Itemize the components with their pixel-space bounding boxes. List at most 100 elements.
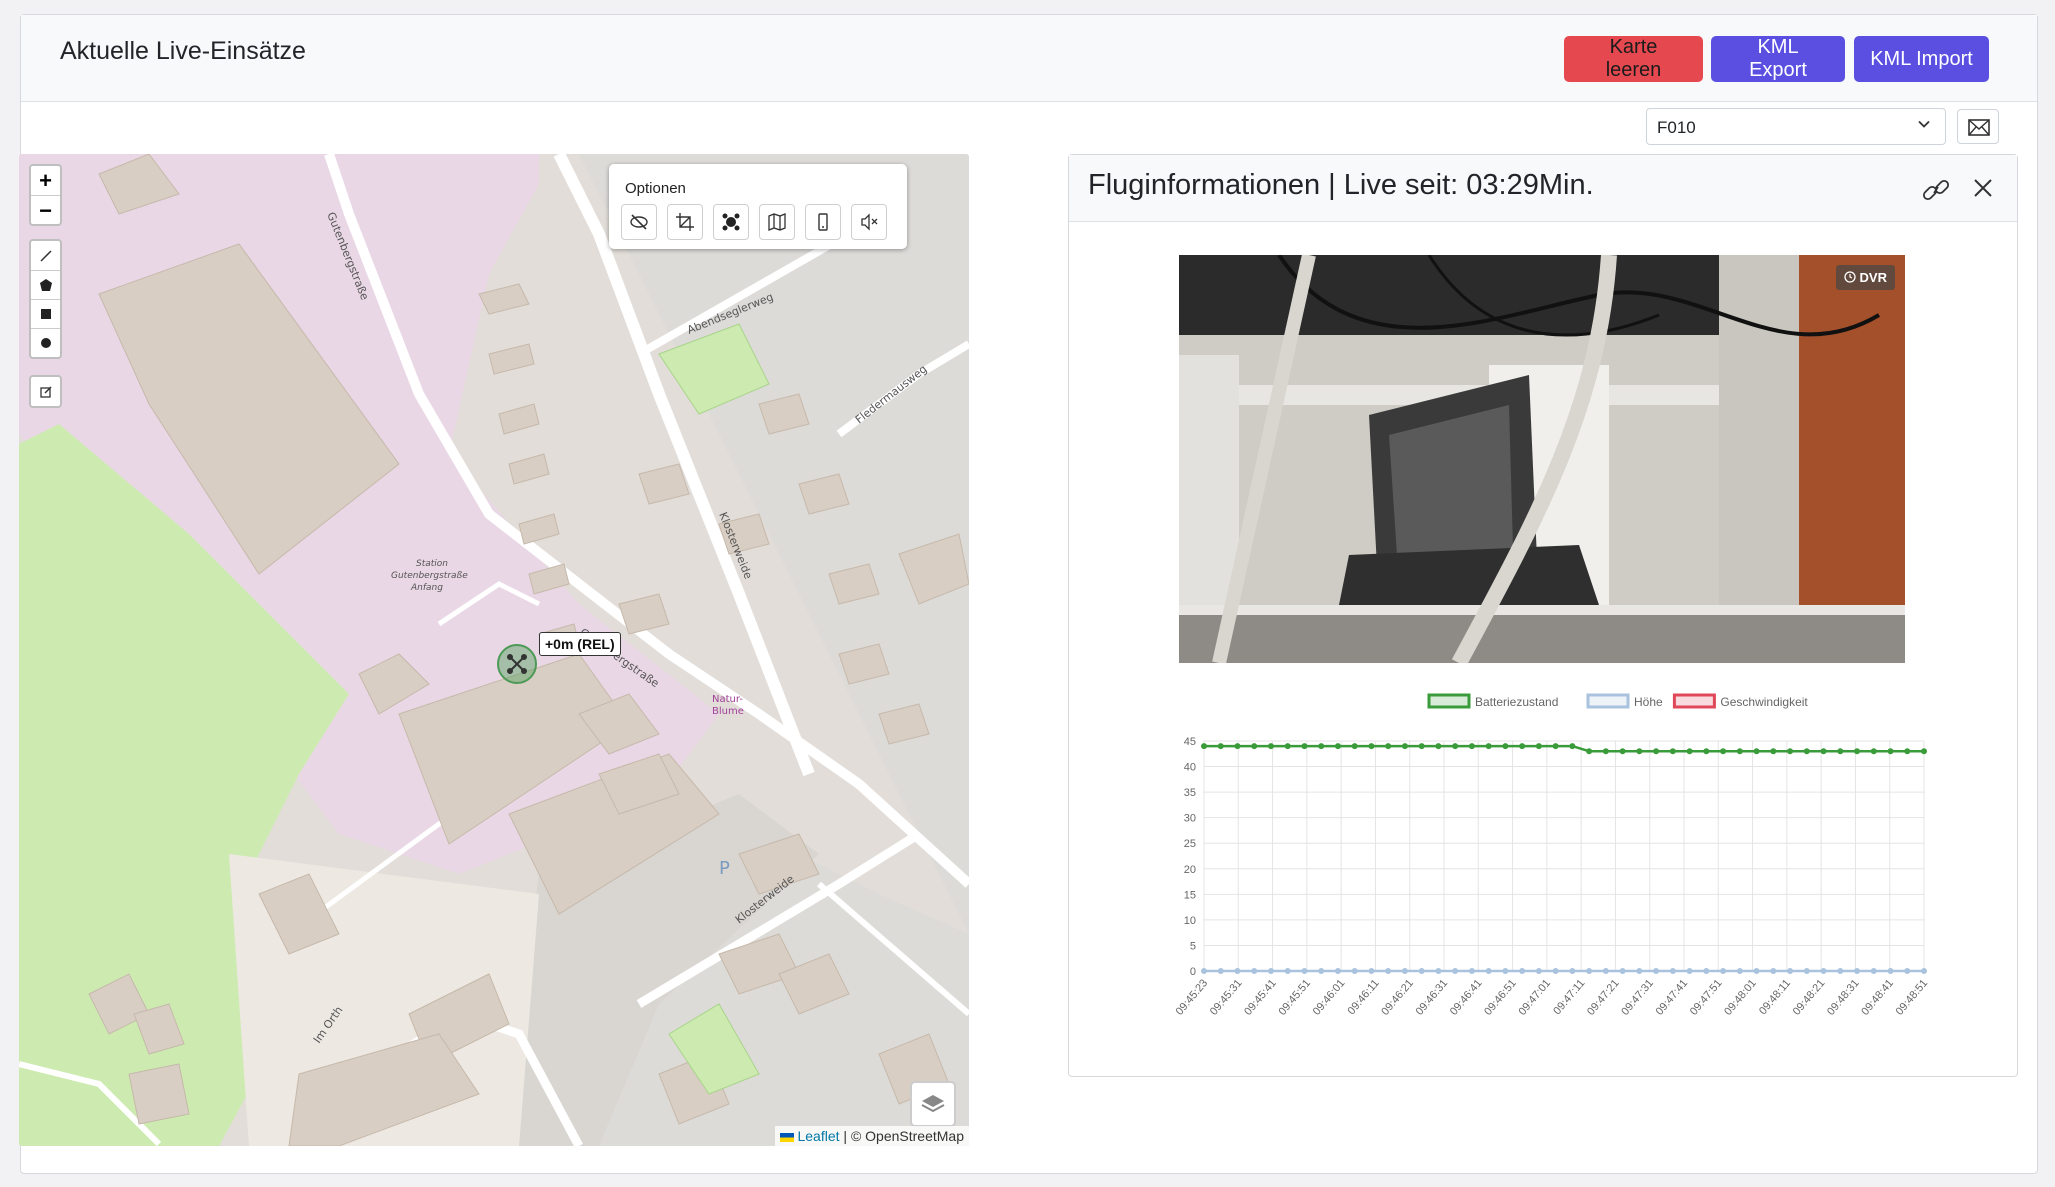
data-point <box>1753 748 1760 755</box>
data-point <box>1267 743 1274 750</box>
legend-label: Geschwindigkeit <box>1720 695 1808 709</box>
x-tick-label: 09:45:31 <box>1208 977 1245 1018</box>
live-video[interactable]: DVR <box>1179 255 1905 663</box>
data-point <box>1870 748 1877 755</box>
x-tick-label: 09:46:21 <box>1379 977 1416 1018</box>
legend-swatch <box>1427 693 1471 709</box>
y-tick-label: 35 <box>1184 787 1196 799</box>
chevron-down-icon <box>1917 117 1931 134</box>
data-point <box>1468 743 1475 750</box>
data-point <box>1921 748 1927 755</box>
data-point <box>1887 968 1894 974</box>
leaflet-link[interactable]: Leaflet <box>797 1128 839 1144</box>
drone-toggle[interactable] <box>713 204 749 240</box>
draw-polygon-button[interactable] <box>31 270 60 299</box>
attribution-text: | © OpenStreetMap <box>843 1128 964 1144</box>
y-tick-label: 40 <box>1184 762 1196 774</box>
x-tick-label: 09:48:21 <box>1791 977 1828 1018</box>
data-point <box>1636 748 1643 755</box>
data-point <box>1636 968 1643 974</box>
data-point <box>1234 743 1241 750</box>
y-tick-label: 10 <box>1184 915 1196 927</box>
mute-toggle[interactable] <box>851 204 887 240</box>
data-point <box>1318 743 1325 750</box>
circle-icon <box>40 338 51 348</box>
data-point <box>1351 743 1358 750</box>
device-toggle[interactable] <box>805 204 841 240</box>
edit-layers-button[interactable] <box>29 375 62 408</box>
mail-button[interactable] <box>1957 109 1999 144</box>
data-point <box>1435 743 1442 750</box>
data-point <box>1401 968 1408 974</box>
zoom-out-button[interactable]: − <box>31 195 60 224</box>
mail-icon <box>1968 119 1990 136</box>
y-tick-label: 0 <box>1190 966 1196 978</box>
kml-import-button[interactable]: KML Import <box>1854 36 1989 82</box>
draw-toolbar <box>29 239 62 359</box>
ukraine-flag-icon <box>780 1132 795 1142</box>
flight-select-value: F010 <box>1657 118 1696 137</box>
eye-slash-icon <box>630 214 648 230</box>
svg-text:Anfang: Anfang <box>410 583 443 593</box>
data-point <box>1385 743 1392 750</box>
data-point <box>1368 968 1375 974</box>
data-point <box>1586 968 1593 974</box>
data-point <box>1736 968 1743 974</box>
map-attribution: Leaflet | © OpenStreetMap <box>775 1126 969 1146</box>
clear-map-button[interactable]: Karte leeren <box>1564 36 1703 82</box>
data-point <box>1217 743 1224 750</box>
legend-label: Batteriezustand <box>1475 695 1558 709</box>
crop-toggle[interactable] <box>667 204 703 240</box>
data-point <box>1703 968 1710 974</box>
legend-swatch <box>1672 693 1716 709</box>
data-point <box>1803 968 1810 974</box>
y-tick-label: 15 <box>1184 889 1196 901</box>
draw-circle-button[interactable] <box>31 328 60 357</box>
close-icon[interactable] <box>1971 176 1995 205</box>
drone-marker[interactable] <box>497 644 537 684</box>
layers-button[interactable] <box>910 1081 956 1127</box>
drone-icon <box>722 213 740 231</box>
zoom-in-button[interactable]: + <box>31 166 60 195</box>
data-point <box>1217 968 1224 974</box>
data-point <box>1854 968 1861 974</box>
data-point <box>1468 968 1475 974</box>
hide-toggle[interactable] <box>621 204 657 240</box>
draw-rectangle-button[interactable] <box>31 299 60 328</box>
data-point <box>1535 968 1542 974</box>
data-point <box>1820 968 1827 974</box>
x-tick-label: 09:47:01 <box>1516 977 1553 1018</box>
x-tick-label: 09:46:41 <box>1448 977 1485 1018</box>
data-point <box>1452 968 1459 974</box>
data-point <box>1502 743 1509 750</box>
data-point <box>1519 968 1526 974</box>
data-point <box>1653 748 1660 755</box>
data-point <box>1837 748 1844 755</box>
data-point <box>1301 743 1308 750</box>
flight-select[interactable]: F010 <box>1646 108 1946 145</box>
series-line <box>1204 744 1924 753</box>
data-point <box>1552 743 1559 750</box>
draw-polyline-button[interactable] <box>31 241 60 270</box>
data-point <box>1502 968 1509 974</box>
x-tick-label: 09:45:41 <box>1242 977 1279 1018</box>
data-point <box>1334 968 1341 974</box>
data-point <box>1569 968 1576 974</box>
svg-text:Blume: Blume <box>712 706 744 717</box>
data-point <box>1351 968 1358 974</box>
dvr-label: DVR <box>1859 270 1887 285</box>
data-point <box>1535 743 1542 750</box>
data-point <box>1251 743 1258 750</box>
data-point <box>1854 748 1861 755</box>
data-point <box>1602 968 1609 974</box>
data-point <box>1334 743 1341 750</box>
y-tick-label: 45 <box>1184 736 1196 748</box>
map-toggle[interactable] <box>759 204 795 240</box>
link-icon[interactable] <box>1921 177 1951 208</box>
kml-export-button[interactable]: KML Export <box>1711 36 1845 82</box>
dvr-badge[interactable]: DVR <box>1835 265 1895 290</box>
map[interactable]: Gutenbergstraße Abendseglerweg Fledermau… <box>19 154 969 1146</box>
data-point <box>1787 748 1794 755</box>
x-tick-label: 09:45:23 <box>1174 977 1211 1018</box>
x-tick-label: 09:48:51 <box>1894 977 1931 1018</box>
